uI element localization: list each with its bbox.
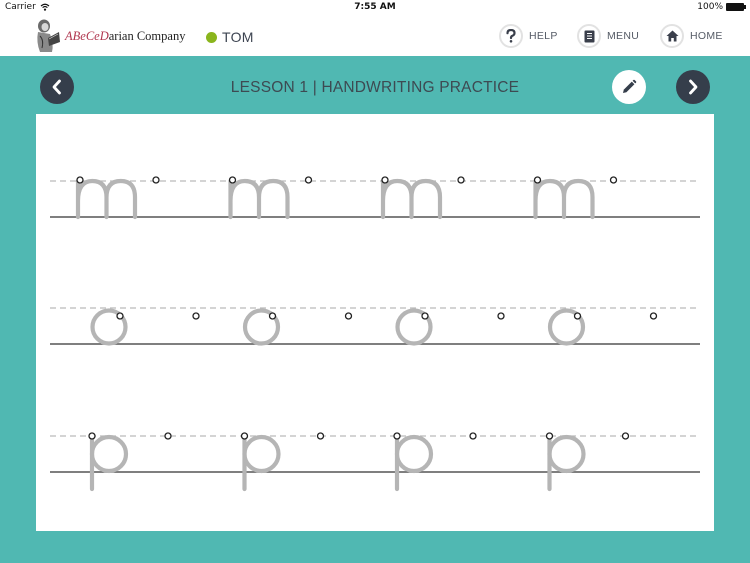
start-point-marker xyxy=(164,432,172,440)
start-point-marker xyxy=(88,432,96,440)
notebook-icon xyxy=(577,24,601,48)
start-point-marker xyxy=(381,176,389,184)
status-time: 7:55 AM xyxy=(354,2,396,12)
handwriting-paper[interactable] xyxy=(36,114,714,531)
start-point-marker xyxy=(116,312,124,320)
home-button[interactable]: HOME xyxy=(660,24,723,48)
start-point-marker xyxy=(76,176,84,184)
company-logo[interactable]: ABeCeDarian Company xyxy=(34,18,185,54)
logo-rest-text: arian Company xyxy=(108,28,186,43)
home-icon xyxy=(660,24,684,48)
practice-row-m xyxy=(50,176,700,220)
menu-button[interactable]: MENU xyxy=(577,24,639,48)
letter-guide-m xyxy=(380,178,443,220)
start-point-marker xyxy=(393,432,401,440)
battery-percent: 100% xyxy=(697,2,723,12)
start-point-marker xyxy=(533,176,542,184)
reading-figure-icon xyxy=(37,19,60,52)
practice-canvas[interactable] xyxy=(36,114,714,531)
start-point-marker xyxy=(304,176,313,184)
start-point-marker xyxy=(192,312,200,320)
letter-guide-p-bowl xyxy=(89,434,129,474)
start-point-marker xyxy=(240,432,249,440)
start-point-marker xyxy=(316,432,325,440)
logo-accent-text: ABeCeD xyxy=(65,28,109,43)
start-point-marker xyxy=(344,312,353,320)
start-point-marker xyxy=(609,176,618,184)
next-button[interactable] xyxy=(676,70,710,104)
status-bar: Carrier 7:55 AM 100% xyxy=(0,0,750,15)
question-icon xyxy=(499,24,523,48)
letter-guide-p-bowl xyxy=(242,434,281,474)
current-user[interactable]: TOM xyxy=(206,29,254,45)
chevron-right-icon xyxy=(689,79,698,95)
help-button[interactable]: HELP xyxy=(499,24,558,48)
app-header: ABeCeDarian Company TOM HELP MENU HOME xyxy=(0,15,750,57)
start-point-marker xyxy=(152,176,160,184)
practice-row-o xyxy=(50,307,700,346)
start-point-marker xyxy=(228,176,237,184)
letter-guide-p-bowl xyxy=(547,434,586,474)
start-point-marker xyxy=(649,312,658,320)
menu-label: MENU xyxy=(607,30,640,42)
user-status-dot xyxy=(206,31,217,43)
home-label: HOME xyxy=(690,30,723,42)
start-point-marker xyxy=(545,432,554,440)
start-point-marker xyxy=(621,432,630,440)
letter-guide-m xyxy=(228,178,290,220)
start-point-marker xyxy=(421,312,429,320)
start-point-marker xyxy=(573,312,582,320)
start-point-marker xyxy=(469,432,477,440)
letter-guide-p-bowl xyxy=(394,434,434,474)
help-label: HELP xyxy=(529,30,558,42)
battery-info: 100% xyxy=(697,2,746,12)
start-point-marker xyxy=(457,176,465,184)
user-name: TOM xyxy=(222,29,254,45)
letter-guide-m xyxy=(533,178,595,220)
pencil-icon xyxy=(623,79,637,93)
start-point-marker xyxy=(497,312,505,320)
start-point-marker xyxy=(268,312,277,320)
logo-text: ABeCeDarian Company xyxy=(65,29,185,44)
battery-icon xyxy=(726,3,746,11)
practice-row-p xyxy=(50,432,700,492)
edit-button[interactable] xyxy=(612,70,646,104)
letter-guide-m xyxy=(75,178,138,220)
